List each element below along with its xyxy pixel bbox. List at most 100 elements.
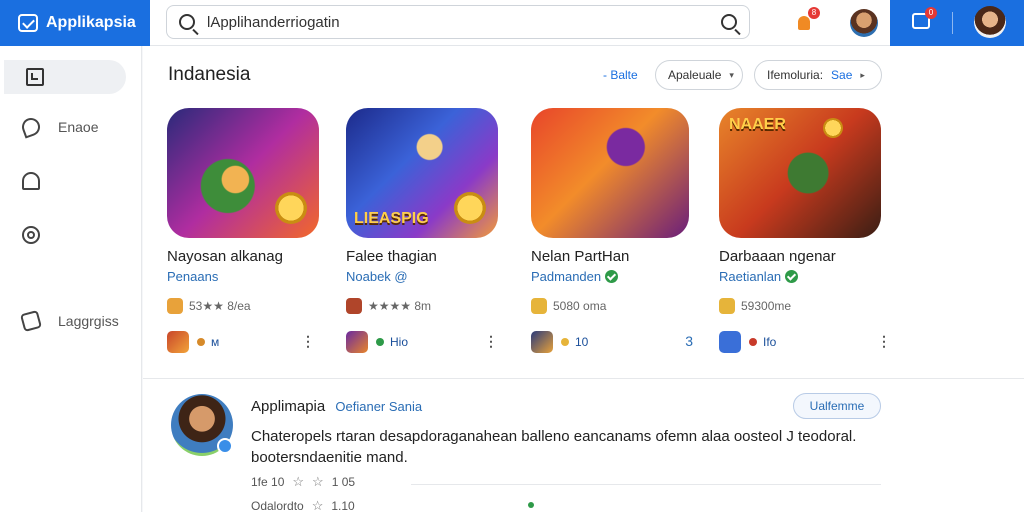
more-options-icon[interactable]: ⋮ bbox=[877, 333, 891, 350]
app-developer[interactable]: Noabek @ bbox=[346, 269, 516, 284]
section-title: Indanesia bbox=[168, 64, 251, 85]
profile-avatar[interactable] bbox=[974, 6, 1006, 38]
chevron-icon: ▸ bbox=[860, 69, 865, 80]
game-banner-text: NAAER bbox=[729, 116, 786, 133]
app-thumbnail[interactable]: LIEASPIG bbox=[346, 108, 498, 238]
app-logo-icon bbox=[18, 14, 38, 32]
app-card[interactable]: Nayosan alkanag Penaans 53★★ 8/ea ᴍ ⋮ bbox=[167, 108, 337, 358]
foot-label: Hio bbox=[390, 335, 409, 349]
user-avatar[interactable] bbox=[850, 9, 878, 37]
stat-value: 1 05 bbox=[331, 475, 356, 489]
developer-name: Noabek @ bbox=[346, 269, 408, 284]
reviewer-name[interactable]: Applimapia bbox=[251, 398, 325, 415]
stat-label: Odalordto bbox=[251, 499, 304, 512]
main-content: Indanesia - Balte Apaleuale ▾ Ifemoluria… bbox=[143, 46, 1024, 512]
cart-icon[interactable]: 0 bbox=[912, 7, 937, 29]
app-title: Nayosan alkanag bbox=[167, 248, 283, 265]
search-submit-icon[interactable] bbox=[721, 14, 737, 30]
rating-icon bbox=[346, 298, 362, 314]
sidebar-item-label: Laggrgiss bbox=[58, 313, 119, 329]
stat-label: 1fe 10 bbox=[251, 475, 285, 489]
sidebar-item-languages[interactable]: Laggrgiss bbox=[0, 304, 142, 338]
verified-badge-icon bbox=[217, 438, 233, 454]
grid-icon bbox=[26, 68, 44, 86]
app-brand[interactable]: Applikapsia bbox=[0, 0, 150, 46]
notification-icon bbox=[798, 16, 810, 30]
review-body: Chateropels rtaran desapdoraganahean bal… bbox=[251, 428, 857, 466]
app-rating: ★★★★ 8m bbox=[346, 298, 516, 314]
rating-text: 5080 oma bbox=[553, 299, 607, 313]
card-footer: Ifo ⋮ bbox=[719, 330, 899, 354]
developer-name: Padmanden bbox=[531, 269, 602, 284]
app-rating: 59300me bbox=[719, 298, 899, 314]
rating-text: 59300me bbox=[741, 299, 792, 313]
account-area: 0 bbox=[890, 0, 1024, 46]
bell-icon bbox=[22, 172, 40, 190]
search-bar[interactable] bbox=[166, 5, 750, 39]
reviewer-verified-label: Oefianer Sania bbox=[335, 399, 423, 414]
chevron-down-icon: ▾ bbox=[729, 69, 734, 80]
app-card[interactable]: LIEASPIG Falee thagian Noabek @ ★★★★ 8m … bbox=[346, 108, 516, 358]
rating-icon bbox=[167, 298, 183, 314]
status-dot bbox=[561, 338, 569, 346]
developer-name: Penaans bbox=[167, 269, 219, 284]
sidebar-item-circle[interactable] bbox=[0, 218, 142, 252]
app-thumbnail[interactable] bbox=[167, 108, 319, 238]
status-dot bbox=[376, 338, 384, 346]
search-input[interactable] bbox=[207, 13, 721, 31]
follow-button[interactable]: Ualfemme bbox=[793, 393, 881, 419]
ring-icon bbox=[22, 226, 40, 244]
verified-icon bbox=[785, 270, 799, 283]
review-stats: Odalordto ☆ 1.10 bbox=[251, 498, 355, 512]
search-icon[interactable] bbox=[179, 14, 195, 30]
coin-icon bbox=[454, 192, 486, 224]
sort-label: Ifemoluria: bbox=[767, 68, 824, 82]
app-thumbnail[interactable]: NAAER bbox=[719, 108, 881, 238]
game-banner-text: LIEASPIG bbox=[354, 210, 429, 227]
rating-text: ★★★★ 8m bbox=[368, 299, 432, 313]
mini-thumbnail bbox=[531, 331, 553, 353]
app-title: Darbaaan ngenar bbox=[719, 248, 836, 265]
stat-value: 1.10 bbox=[331, 499, 355, 512]
card-footer: ᴍ ⋮ bbox=[167, 330, 337, 354]
app-thumbnail[interactable] bbox=[531, 108, 689, 238]
sidebar: Enaoe Laggrgiss bbox=[0, 46, 142, 512]
rating-text: 53★★ 8/ea bbox=[189, 299, 251, 313]
count-label: 3 bbox=[685, 333, 693, 349]
app-card[interactable]: Nelan PartHan Padmanden 5080 oma 10 3 bbox=[531, 108, 701, 358]
leaf-icon bbox=[19, 115, 43, 139]
foot-label: Ifo bbox=[763, 335, 777, 349]
rating-icon bbox=[531, 298, 547, 314]
sidebar-item-home[interactable] bbox=[4, 60, 126, 94]
sidebar-item-explore[interactable]: Enaoe bbox=[0, 110, 142, 144]
more-options-icon[interactable]: ⋮ bbox=[301, 333, 315, 350]
star-outline-icon[interactable]: ☆ bbox=[292, 474, 304, 490]
coin-icon bbox=[275, 192, 307, 224]
status-dot bbox=[749, 338, 757, 346]
app-name: Applikapsia bbox=[46, 14, 136, 31]
app-title: Falee thagian bbox=[346, 248, 437, 265]
mini-thumbnail bbox=[719, 331, 741, 353]
coin-icon bbox=[823, 118, 843, 138]
mini-thumbnail bbox=[167, 331, 189, 353]
app-card[interactable]: NAAER Darbaaan ngenar Raetianlan 59300me… bbox=[719, 108, 899, 358]
status-dot bbox=[528, 502, 534, 508]
app-developer[interactable]: Padmanden bbox=[531, 269, 701, 284]
star-outline-icon[interactable]: ☆ bbox=[312, 498, 324, 512]
app-developer[interactable]: Raetianlan bbox=[719, 269, 899, 284]
star-outline-icon[interactable]: ☆ bbox=[312, 474, 324, 490]
sort-dropdown[interactable]: Ifemoluria: Sae ▸ bbox=[754, 60, 882, 90]
developer-name: Raetianlan bbox=[719, 269, 782, 284]
app-title: Nelan PartHan bbox=[531, 248, 630, 265]
header-divider bbox=[952, 12, 953, 34]
dropdown-label: Apaleuale bbox=[668, 68, 722, 82]
notifications-button[interactable]: 8 bbox=[790, 7, 820, 37]
top-bar: Applikapsia 8 0 bbox=[0, 0, 1024, 46]
app-developer[interactable]: Penaans bbox=[167, 269, 337, 284]
category-dropdown[interactable]: Apaleuale ▾ bbox=[655, 60, 743, 90]
filter-link[interactable]: - Balte bbox=[603, 68, 638, 82]
reviewer-avatar[interactable] bbox=[171, 394, 233, 456]
sidebar-item-notifications[interactable] bbox=[0, 164, 142, 198]
more-options-icon[interactable]: ⋮ bbox=[484, 333, 498, 350]
notification-badge: 8 bbox=[808, 7, 820, 19]
